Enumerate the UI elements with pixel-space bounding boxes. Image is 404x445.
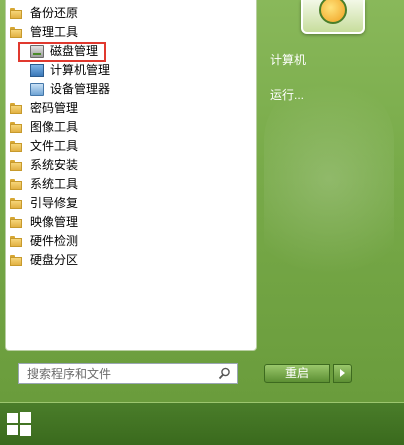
program-label: 硬盘分区: [30, 253, 79, 267]
computer-management-icon: [30, 64, 44, 77]
program-label: 文件工具: [30, 139, 79, 153]
restart-button[interactable]: 重启: [264, 364, 330, 383]
folder-icon: [10, 103, 22, 114]
program-label: 映像管理: [30, 215, 79, 229]
folder-icon: [10, 160, 22, 171]
folder-icon: [10, 27, 22, 38]
user-picture-tile[interactable]: [301, 0, 365, 34]
program-item-computer-management[interactable]: 计算机管理: [6, 61, 256, 80]
folder-icon: [10, 141, 22, 152]
taskbar: [0, 402, 404, 445]
program-item-admin-tools[interactable]: 管理工具: [6, 23, 256, 42]
shutdown-options-arrow-icon[interactable]: [333, 364, 352, 383]
user-avatar: [319, 0, 347, 24]
folder-icon: [10, 255, 22, 266]
computer-link[interactable]: 计算机: [270, 51, 306, 68]
folder-icon: [10, 236, 22, 247]
program-item-system-tools[interactable]: 系统工具: [6, 175, 256, 194]
highlight-box: [18, 42, 106, 62]
program-label: 管理工具: [30, 25, 79, 39]
program-label: 图像工具: [30, 120, 79, 134]
program-label: 引导修复: [30, 196, 79, 210]
folder-icon: [10, 217, 22, 228]
program-item-boot-repair[interactable]: 引导修复: [6, 194, 256, 213]
program-label: 设备管理器: [50, 82, 111, 96]
folder-icon: [10, 8, 22, 19]
program-item-disk-partition[interactable]: 硬盘分区: [6, 251, 256, 270]
program-item-password[interactable]: 密码管理: [6, 99, 256, 118]
program-item-image-management[interactable]: 映像管理: [6, 213, 256, 232]
windows-start-icon[interactable]: [6, 411, 32, 437]
program-item-backup-restore[interactable]: 备份还原: [6, 4, 256, 23]
search-icon[interactable]: [218, 367, 231, 380]
folder-icon: [10, 122, 22, 133]
device-manager-icon: [30, 83, 44, 96]
run-link[interactable]: 运行...: [270, 86, 304, 103]
program-label: 系统安装: [30, 158, 79, 172]
program-label: 密码管理: [30, 101, 79, 115]
program-label: 计算机管理: [50, 63, 111, 77]
program-item-image-tools[interactable]: 图像工具: [6, 118, 256, 137]
program-item-system-install[interactable]: 系统安装: [6, 156, 256, 175]
search-input[interactable]: [19, 364, 217, 383]
program-item-file-tools[interactable]: 文件工具: [6, 137, 256, 156]
search-box[interactable]: [18, 363, 238, 384]
program-item-device-manager[interactable]: 设备管理器: [6, 80, 256, 99]
program-label: 系统工具: [30, 177, 79, 191]
program-item-hardware-detect[interactable]: 硬件检测: [6, 232, 256, 251]
folder-icon: [10, 179, 22, 190]
folder-icon: [10, 198, 22, 209]
program-label: 硬件检测: [30, 234, 79, 248]
programs-list: 备份还原 管理工具 磁盘管理 计算机管理 设备管理器 密码管理 图像工具 文件工…: [6, 0, 256, 270]
program-label: 备份还原: [30, 6, 79, 20]
